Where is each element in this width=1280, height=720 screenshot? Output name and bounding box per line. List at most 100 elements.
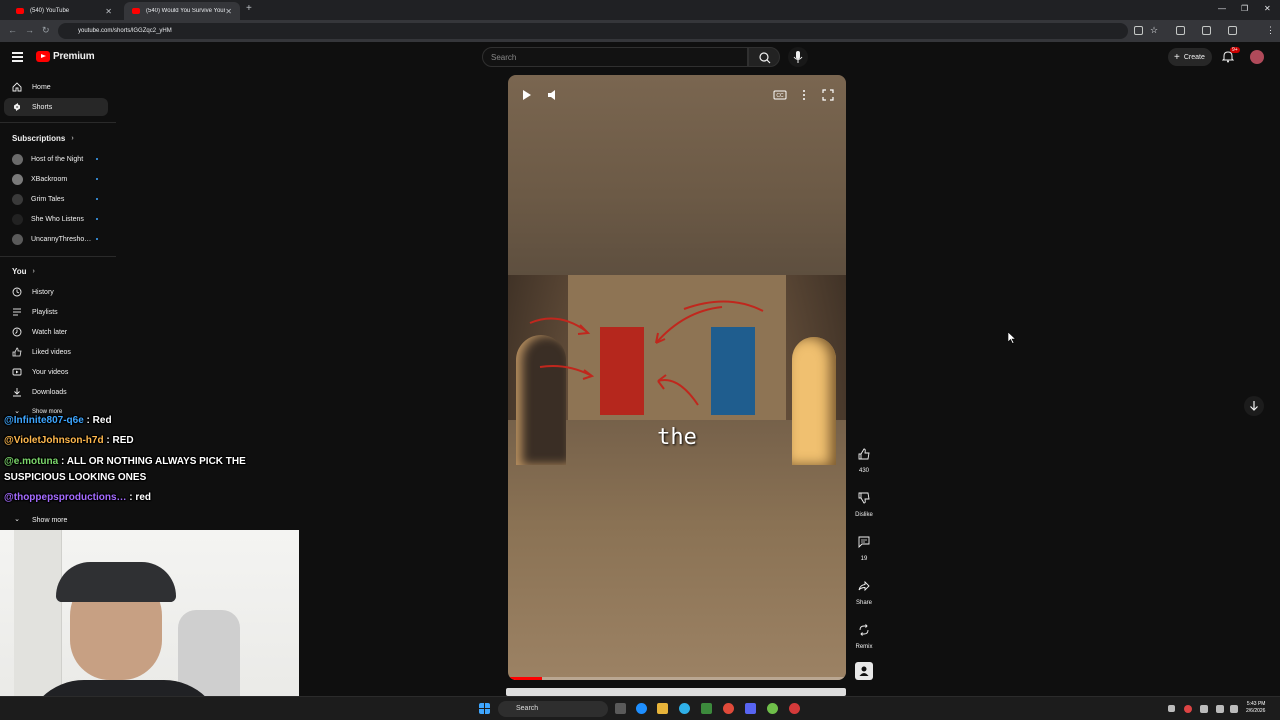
play-icon[interactable] <box>518 87 534 103</box>
create-button[interactable]: + Create <box>1168 48 1212 66</box>
new-content-dot <box>96 198 98 200</box>
obs-icon[interactable] <box>789 703 800 714</box>
chat-username: @e.motuna <box>4 456 59 467</box>
cast-icon[interactable] <box>1134 26 1143 35</box>
chat-message: @thoppepsproductions… : red <box>4 493 151 503</box>
chrome-icon[interactable] <box>723 703 734 714</box>
extensions-icon[interactable] <box>1176 26 1185 35</box>
tray-mic-icon[interactable] <box>1200 705 1208 713</box>
search-icon <box>759 52 771 64</box>
sidebar-item-channel[interactable]: She Who Listens <box>4 210 108 228</box>
profile-icon[interactable] <box>1228 26 1237 35</box>
tray-chevron-icon[interactable] <box>1168 705 1175 712</box>
sidebar-item-liked-videos[interactable]: Liked videos <box>4 343 108 361</box>
fullscreen-icon[interactable] <box>820 87 836 103</box>
sidebar-item-channel[interactable]: Grim Tales <box>4 190 108 208</box>
chat-username: @Infinite807-q6e <box>4 415 84 426</box>
clock-date: 2/6/2026 <box>1246 708 1266 714</box>
shorts-video-player[interactable]: the CC <box>508 75 846 680</box>
taskbar-clock[interactable]: 5:43 PM 2/6/2026 <box>1246 701 1265 715</box>
sidebar-item-label: She Who Listens <box>31 215 84 223</box>
share-button[interactable]: Share <box>851 575 877 606</box>
video-caption: the <box>657 425 697 450</box>
sound-thumbnail[interactable] <box>851 662 877 683</box>
liked-icon <box>12 347 22 357</box>
watch-later-icon <box>12 327 22 337</box>
browser-tab-shorts[interactable]: (540) Would You Survive Your D… ✕ <box>124 2 240 20</box>
restore-button[interactable]: ❐ <box>1241 4 1248 13</box>
sidebar-item-channel[interactable]: XBackroom <box>4 170 108 188</box>
sidebar-item-label: Your videos <box>32 368 69 376</box>
more-options-icon[interactable] <box>796 87 812 103</box>
next-short-button[interactable] <box>1244 396 1264 416</box>
sidebar-show-more[interactable]: ⌄ Show more <box>4 511 108 529</box>
minimize-button[interactable]: — <box>1218 4 1226 13</box>
tray-volume-icon[interactable] <box>1230 705 1238 713</box>
chat-text: ALL OR NOTHING ALWAYS PICK THE <box>66 456 246 467</box>
subscriptions-heading-label: Subscriptions <box>12 134 66 143</box>
reload-icon[interactable]: ↻ <box>42 25 50 36</box>
forward-icon[interactable]: → <box>25 25 34 35</box>
search-input[interactable]: Search <box>482 47 748 67</box>
sidebar-item-watch-later[interactable]: Watch later <box>4 323 108 341</box>
new-tab-button[interactable]: + <box>246 3 252 14</box>
chrome-profile-icon[interactable] <box>767 703 778 714</box>
windows-taskbar: Search 5:43 PM 2/6/2026 <box>0 696 1280 720</box>
sidebar-item-channel[interactable]: UncannyThresho… <box>4 230 108 248</box>
playlists-icon <box>13 308 21 316</box>
account-avatar[interactable] <box>1250 50 1264 64</box>
sidebar-item-label: History <box>32 288 54 296</box>
file-explorer-icon[interactable] <box>657 703 668 714</box>
search-button[interactable] <box>748 47 780 67</box>
taskbar-search[interactable]: Search <box>498 701 608 717</box>
sidebar-item-shorts[interactable]: Shorts <box>4 98 108 116</box>
volume-icon[interactable] <box>545 87 561 103</box>
menu-icon[interactable] <box>12 52 23 62</box>
sidebar-item-home[interactable]: Home <box>4 78 108 96</box>
comments-button[interactable]: 19 <box>851 531 877 562</box>
windows-start-icon[interactable] <box>479 703 490 714</box>
notification-badge: 9+ <box>1230 47 1240 53</box>
tray-network-icon[interactable] <box>1216 705 1224 713</box>
remix-button[interactable]: Remix <box>851 619 877 650</box>
browser-tab-youtube[interactable]: (540) YouTube ✕ <box>8 2 120 20</box>
back-icon[interactable]: ← <box>8 25 17 35</box>
close-tab-icon[interactable]: ✕ <box>225 7 232 16</box>
sidebar-item-your-videos[interactable]: Your videos <box>4 363 108 381</box>
tray-app-icon[interactable] <box>1184 705 1192 713</box>
close-window-button[interactable]: ✕ <box>1264 4 1271 13</box>
sidebar-item-playlists[interactable]: Playlists <box>4 303 108 321</box>
new-content-dot <box>96 178 98 180</box>
sidebar-item-label: Watch later <box>32 328 68 336</box>
you-heading[interactable]: You › <box>12 267 35 276</box>
new-content-dot <box>96 158 98 160</box>
dislike-button[interactable]: Dislike <box>851 487 877 518</box>
voice-search-button[interactable] <box>788 47 808 67</box>
subscriptions-heading[interactable]: Subscriptions › <box>12 134 74 143</box>
captions-icon[interactable]: CC <box>772 87 788 103</box>
store-icon[interactable] <box>701 703 712 714</box>
browser-address-bar: ← → ↻ youtube.com/shorts/lGGZqc2_yHM ☆ ⋮ <box>0 20 1280 42</box>
bookmark-star-icon[interactable]: ☆ <box>1150 25 1158 36</box>
edge-icon[interactable] <box>679 703 690 714</box>
copilot-icon[interactable] <box>636 703 647 714</box>
sidebar-icon[interactable] <box>1202 26 1211 35</box>
chat-text: SUSPICIOUS LOOKING ONES <box>4 472 147 483</box>
like-button[interactable]: 430 <box>851 443 877 474</box>
discord-icon[interactable] <box>745 703 756 714</box>
task-view-icon[interactable] <box>615 703 626 714</box>
sidebar-item-downloads[interactable]: Downloads <box>4 383 108 401</box>
browser-menu-icon[interactable]: ⋮ <box>1266 25 1275 36</box>
video-progress-bar[interactable] <box>508 677 846 680</box>
youtube-logo-icon[interactable] <box>36 51 50 62</box>
url-field[interactable]: youtube.com/shorts/lGGZqc2_yHM <box>58 23 1128 39</box>
sidebar-item-label: Shorts <box>32 103 53 111</box>
sidebar-item-channel[interactable]: Host of the Night <box>4 150 108 168</box>
close-tab-icon[interactable]: ✕ <box>105 7 112 16</box>
your-videos-icon <box>12 368 22 376</box>
sidebar-item-history[interactable]: History <box>4 283 108 301</box>
chevron-down-icon: ⌄ <box>14 516 20 523</box>
downloads-icon <box>13 388 21 397</box>
video-red-arrows <box>529 300 764 406</box>
channel-avatar <box>12 233 23 245</box>
